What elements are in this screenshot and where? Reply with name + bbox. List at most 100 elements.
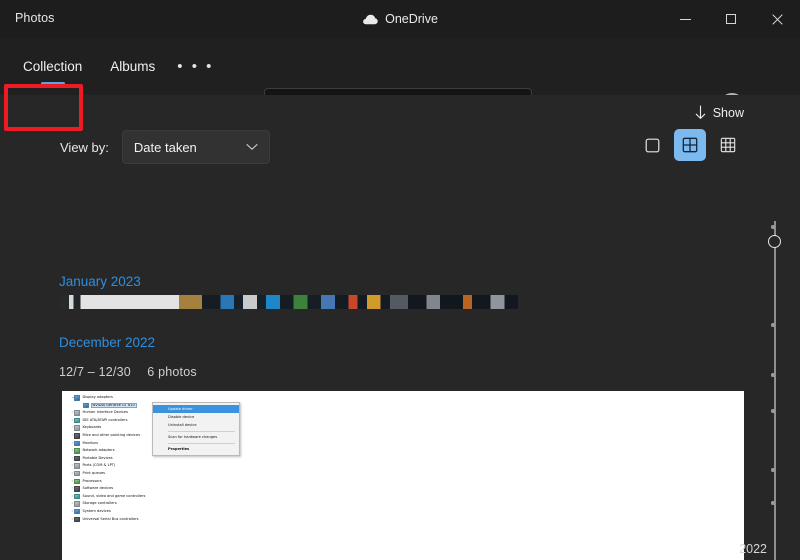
onedrive-label: OneDrive — [385, 12, 438, 26]
context-menu-item-properties: Properties — [168, 447, 190, 451]
tree-item-label: Monitors — [82, 440, 99, 445]
content-area: Show View by: Date taken January 2023 De… — [0, 95, 800, 560]
view-mode-single[interactable] — [636, 129, 668, 161]
section-heading-january[interactable]: January 2023 — [59, 274, 141, 289]
context-menu-item-disable-device: Disable device — [168, 415, 195, 419]
tree-item-label: Print queues — [82, 470, 106, 475]
grid-2x2-icon — [682, 137, 698, 153]
context-menu-separator — [168, 442, 235, 444]
app-title: Photos — [15, 11, 55, 25]
chevron-right-icon: › — [71, 417, 73, 422]
scrubber-tick — [771, 409, 775, 413]
context-menu-separator — [168, 430, 235, 432]
tree-item-label: Ports (COM & LPT) — [82, 463, 116, 468]
tree-item-label: Sound, video and game controllers — [82, 493, 146, 498]
context-menu-item-scan-hardware: Scan for hardware changes — [168, 435, 218, 439]
view-by-control: View by: Date taken — [60, 130, 270, 164]
maximize-icon — [726, 14, 736, 24]
chevron-right-icon: › — [71, 455, 73, 460]
chevron-right-icon: › — [71, 463, 73, 468]
photo-strip-january[interactable] — [60, 295, 518, 309]
chevron-right-icon: › — [71, 440, 73, 445]
scrubber-tick — [771, 373, 775, 377]
timeline-scrubber[interactable] — [763, 213, 787, 560]
show-label: Show — [712, 105, 744, 120]
grid-3x3-icon — [720, 137, 736, 153]
tree-item-label: Keyboards — [82, 425, 102, 430]
tree-item-label: System devices — [82, 508, 111, 513]
show-filter-button[interactable]: Show — [694, 105, 744, 120]
tree-item-label: Portable Devices — [82, 455, 113, 460]
section-heading-december[interactable]: December 2022 — [59, 335, 155, 350]
navigation-bar: Collection Albums • • • — [0, 38, 800, 131]
photos-app-window: Photos OneDrive Collection Albums • • • … — [0, 0, 800, 560]
tab-albums[interactable]: Albums — [96, 44, 169, 90]
tree-item-label: Display adapters — [82, 395, 113, 399]
close-button[interactable] — [754, 0, 800, 38]
context-menu-item-update-driver: Update driver — [153, 405, 239, 413]
chevron-down-icon — [246, 144, 258, 150]
view-by-label: View by: — [60, 139, 109, 155]
tab-more-icon[interactable]: • • • — [169, 44, 222, 90]
gpu-icon — [83, 402, 89, 409]
device-manager-context-menu: Update driver Disable device Uninstall d… — [152, 402, 240, 456]
chevron-right-icon: › — [71, 516, 73, 521]
chevron-right-icon: › — [71, 432, 73, 437]
close-icon — [771, 13, 783, 25]
tree-item: ⌄ Display adapters — [70, 394, 330, 402]
chevron-right-icon: › — [71, 493, 73, 498]
tree-item-label: Human Interface Devices — [82, 410, 129, 415]
tab-collection-label: Collection — [23, 59, 83, 74]
view-mode-small[interactable] — [712, 129, 744, 161]
tree-item: › Print queues — [70, 470, 330, 478]
chevron-right-icon: › — [71, 410, 73, 415]
cloud-icon — [362, 14, 378, 25]
scrubber-tick — [771, 468, 775, 472]
context-menu-item-uninstall-device: Uninstall device — [168, 423, 197, 427]
maximize-button[interactable] — [708, 0, 754, 38]
tab-albums-label: Albums — [110, 59, 156, 74]
tree-item-label: Storage controllers — [82, 501, 117, 506]
tree-item: › Sound, video and game controllers — [70, 493, 330, 501]
scrubber-tick — [771, 323, 775, 327]
view-by-value: Date taken — [133, 139, 197, 155]
tree-item: › Ports (COM & LPT) — [70, 462, 330, 470]
scrubber-track — [774, 221, 776, 560]
scrubber-tick — [771, 501, 775, 505]
tree-item-label: Processors — [82, 478, 102, 483]
tree-item-label: Mice and other pointing devices — [82, 432, 141, 437]
section-subtitle-december: 12/7 – 12/30 6 photos — [59, 365, 197, 379]
tab-selected-underline — [40, 81, 65, 85]
chevron-right-icon: › — [71, 501, 73, 506]
scrubber-year-label: 2022 — [739, 542, 767, 556]
chevron-right-icon: › — [71, 470, 73, 475]
window-controls — [662, 0, 800, 38]
tree-item: › Software devices — [70, 485, 330, 493]
tree-item: › Universal Serial Bus controllers — [70, 516, 330, 524]
chevron-right-icon: › — [71, 508, 73, 513]
photo-thumbnail-device-manager[interactable]: ⌄ Display adapters NVIDIA GeForce GT 610… — [62, 391, 744, 560]
onedrive-status[interactable]: OneDrive — [362, 12, 438, 26]
tab-collection[interactable]: Collection — [9, 44, 96, 90]
chevron-expanded-icon: ⌄ — [71, 395, 75, 399]
view-mode-medium[interactable] — [674, 129, 706, 161]
tree-item: › Storage controllers — [70, 500, 330, 508]
arrow-down-icon — [695, 105, 705, 119]
tree-item-label: Software devices — [82, 486, 114, 491]
tree-item-label: Universal Serial Bus controllers — [82, 516, 139, 521]
chevron-right-icon: › — [71, 478, 73, 483]
tree-item-label: Network adapters — [82, 448, 115, 453]
tree-item: › Processors — [70, 478, 330, 486]
square-icon — [645, 138, 659, 152]
scrubber-handle[interactable] — [768, 235, 781, 248]
chevron-right-icon: › — [71, 448, 73, 453]
chevron-right-icon: › — [71, 486, 73, 491]
tree-item-label: NVIDIA GeForce GT 610 — [90, 402, 137, 409]
chevron-right-icon: › — [71, 425, 73, 430]
minimize-button[interactable] — [662, 0, 708, 38]
view-by-dropdown[interactable]: Date taken — [121, 130, 270, 164]
title-bar: Photos OneDrive — [0, 0, 800, 38]
minimize-icon — [679, 18, 691, 20]
photo-strip-thumbnails — [60, 295, 518, 309]
nav-tab-list: Collection Albums • • • — [9, 38, 222, 95]
